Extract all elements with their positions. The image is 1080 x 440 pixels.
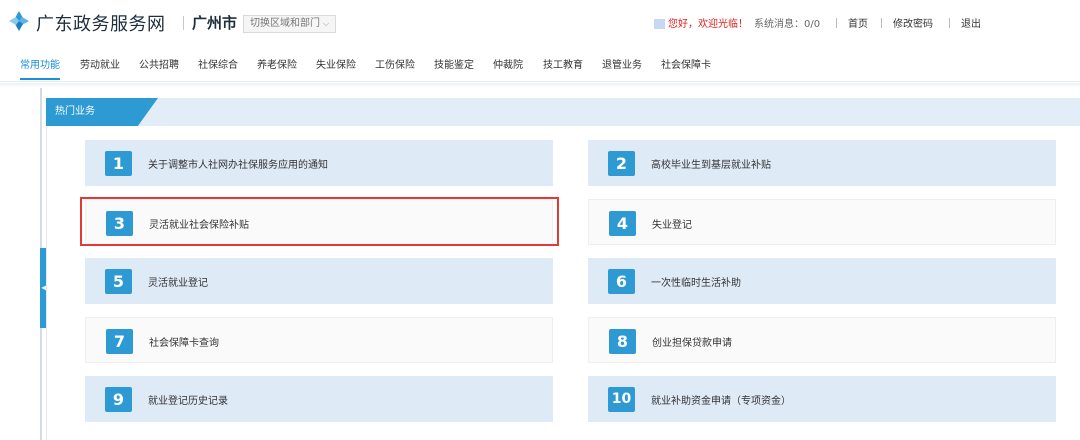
service-number: 5: [105, 269, 132, 294]
nav-item-public-recruitment[interactable]: 公共招聘: [139, 56, 179, 80]
region-switch-dropdown[interactable]: 切换区域和部门 ⌵: [243, 15, 337, 33]
service-card[interactable]: 1 关于调整市人社网办社保服务应用的通知: [85, 140, 553, 186]
highlight-box: [80, 197, 559, 246]
home-link[interactable]: 首页: [848, 15, 868, 30]
service-number: 8: [609, 329, 636, 354]
nav-item-retirement-services[interactable]: 退管业务: [602, 56, 642, 80]
city-label: 广州市: [192, 14, 238, 32]
service-card[interactable]: 6 一次性临时生活补助: [588, 258, 1056, 304]
service-card[interactable]: 10 就业补助资金申请（专项资金）: [588, 376, 1056, 422]
service-number: 6: [608, 269, 635, 294]
system-message[interactable]: 系统消息：0/0: [754, 15, 820, 30]
nav-item-injury-insurance[interactable]: 工伤保险: [375, 56, 415, 80]
site-title[interactable]: 广东政务服务网: [36, 10, 166, 36]
nav-item-technical-education[interactable]: 技工教育: [543, 56, 583, 80]
service-number: 9: [105, 387, 132, 412]
service-card[interactable]: 9 就业登记历史记录: [85, 376, 553, 422]
nav-item-unemployment-insurance[interactable]: 失业保险: [316, 56, 356, 80]
service-card[interactable]: 8 创业担保贷款申请: [588, 317, 1056, 363]
nav-item-employment[interactable]: 劳动就业: [80, 56, 120, 80]
section-title: 热门业务: [46, 98, 158, 126]
service-label: 失业登记: [652, 220, 692, 231]
nav-item-skill-assessment[interactable]: 技能鉴定: [434, 56, 474, 80]
service-number: 4: [609, 211, 636, 236]
region-switch-label: 切换区域和部门: [250, 18, 320, 29]
service-label: 社会保障卡查询: [149, 338, 219, 349]
service-label: 高校毕业生到基层就业补贴: [651, 160, 771, 171]
service-number: 1: [105, 151, 132, 176]
nav-item-social-security-card[interactable]: 社会保障卡: [661, 56, 711, 80]
welcome-text: 您好，欢迎光临！: [668, 19, 748, 30]
service-label: 创业担保贷款申请: [652, 338, 732, 349]
logout-link[interactable]: 退出: [961, 15, 981, 30]
nav-item-pension-insurance[interactable]: 养老保险: [257, 56, 297, 80]
service-label: 就业补助资金申请（专项资金）: [651, 396, 791, 407]
header-shadow: [0, 83, 1080, 88]
change-password-link[interactable]: 修改密码: [893, 15, 933, 30]
section-header: 热门业务: [46, 98, 1080, 126]
service-number: 7: [106, 329, 133, 354]
service-label: 灵活就业登记: [148, 278, 208, 289]
service-card[interactable]: 2 高校毕业生到基层就业补贴: [588, 140, 1056, 186]
service-number: 10: [608, 387, 635, 412]
title-divider: [183, 16, 184, 30]
user-icon: [654, 19, 665, 29]
header-divider: [949, 18, 950, 28]
service-label: 一次性临时生活补助: [651, 278, 741, 289]
service-card[interactable]: 5 灵活就业登记: [85, 258, 553, 304]
service-card[interactable]: 7 社会保障卡查询: [85, 317, 553, 363]
service-grid: 1 关于调整市人社网办社保服务应用的通知 2 高校毕业生到基层就业补贴 3 灵活…: [46, 126, 1080, 440]
service-label: 关于调整市人社网办社保服务应用的通知: [148, 160, 328, 171]
header-divider: [881, 18, 882, 28]
header-divider: [836, 18, 837, 28]
main-nav: 常用功能 劳动就业 公共招聘 社保综合 养老保险 失业保险 工伤保险 技能鉴定 …: [0, 52, 1080, 82]
nav-item-common-functions[interactable]: 常用功能: [20, 56, 60, 80]
service-number: 2: [608, 151, 635, 176]
header: 广东政务服务网 广州市 切换区域和部门 ⌵ 您好，欢迎光临！ 系统消息：0/0 首…: [0, 0, 1080, 48]
nav-item-arbitration[interactable]: 仲裁院: [493, 56, 523, 80]
guangdong-logo-icon[interactable]: [8, 10, 30, 32]
service-label: 就业登记历史记录: [148, 396, 228, 407]
chevron-down-icon: ⌵: [323, 19, 330, 28]
service-card[interactable]: 4 失业登记: [588, 199, 1056, 245]
nav-item-social-security[interactable]: 社保综合: [198, 56, 238, 80]
